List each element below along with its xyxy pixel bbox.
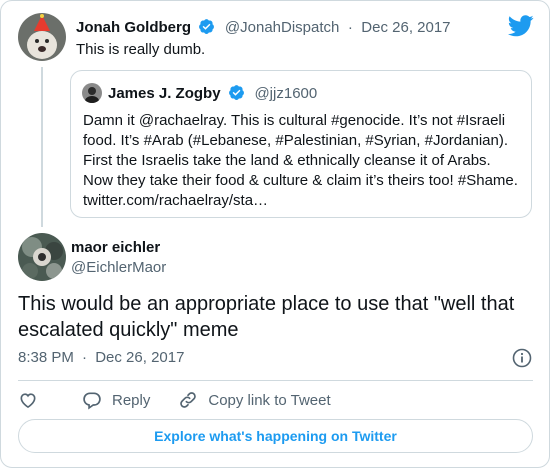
author-name: James J. Zogby bbox=[108, 85, 221, 102]
divider bbox=[18, 380, 533, 381]
thread-connector-line bbox=[41, 67, 43, 227]
verified-badge-icon bbox=[228, 84, 245, 106]
separator-dot: · bbox=[347, 19, 353, 36]
like-button[interactable] bbox=[18, 390, 48, 410]
separator-dot: · bbox=[82, 349, 88, 366]
explore-twitter-button[interactable]: Explore what's happening on Twitter bbox=[18, 419, 533, 453]
quoted-tweet-header: James J. Zogby @jjz1600 bbox=[108, 84, 317, 106]
author-name[interactable]: maor eichler bbox=[71, 239, 160, 256]
tweet-date[interactable]: Dec 26, 2017 bbox=[361, 19, 450, 36]
tweet-actions: Reply Copy link to Tweet bbox=[18, 389, 359, 411]
verified-badge-icon bbox=[198, 18, 215, 40]
copy-link-button[interactable]: Copy link to Tweet bbox=[178, 390, 331, 410]
reply-tweet-text: This is really dumb. bbox=[76, 41, 206, 58]
author-name[interactable]: Jonah Goldberg bbox=[76, 19, 191, 36]
author-handle[interactable]: @EichlerMaor bbox=[71, 259, 166, 276]
link-icon bbox=[180, 392, 197, 408]
info-icon[interactable] bbox=[512, 348, 532, 373]
main-author-name[interactable]: maor eichler bbox=[71, 239, 160, 257]
tweet-date[interactable]: Dec 26, 2017 bbox=[95, 349, 184, 366]
avatar-maor[interactable] bbox=[18, 233, 66, 281]
main-tweet-text: This would be an appropriate place to us… bbox=[18, 293, 515, 341]
avatar-james bbox=[82, 83, 102, 103]
main-author-handle[interactable]: @EichlerMaor bbox=[71, 259, 166, 277]
tweet-embed-card: Jonah Goldberg @JonahDispatch · Dec 26, … bbox=[0, 0, 550, 468]
avatar-jonah[interactable] bbox=[18, 13, 66, 61]
quoted-tweet-text: Damn it @rachaelray. This is cultural #g… bbox=[83, 112, 518, 209]
heart-icon bbox=[20, 393, 36, 409]
author-handle: @jjz1600 bbox=[254, 85, 318, 102]
author-handle[interactable]: @JonahDispatch bbox=[225, 19, 339, 36]
tweet-timestamp[interactable]: 8:38 PM · Dec 26, 2017 bbox=[18, 349, 184, 366]
tweet-time[interactable]: 8:38 PM bbox=[18, 349, 74, 366]
quoted-tweet[interactable]: James J. Zogby @jjz1600 Damn it @rachael… bbox=[70, 70, 532, 218]
reply-label[interactable]: Reply bbox=[112, 392, 150, 409]
copy-link-label[interactable]: Copy link to Tweet bbox=[208, 392, 330, 409]
reply-tweet-header: Jonah Goldberg @JonahDispatch · Dec 26, … bbox=[76, 18, 451, 40]
reply-icon bbox=[83, 392, 101, 410]
reply-button[interactable]: Reply bbox=[82, 390, 150, 410]
twitter-bird-icon[interactable] bbox=[507, 15, 534, 42]
